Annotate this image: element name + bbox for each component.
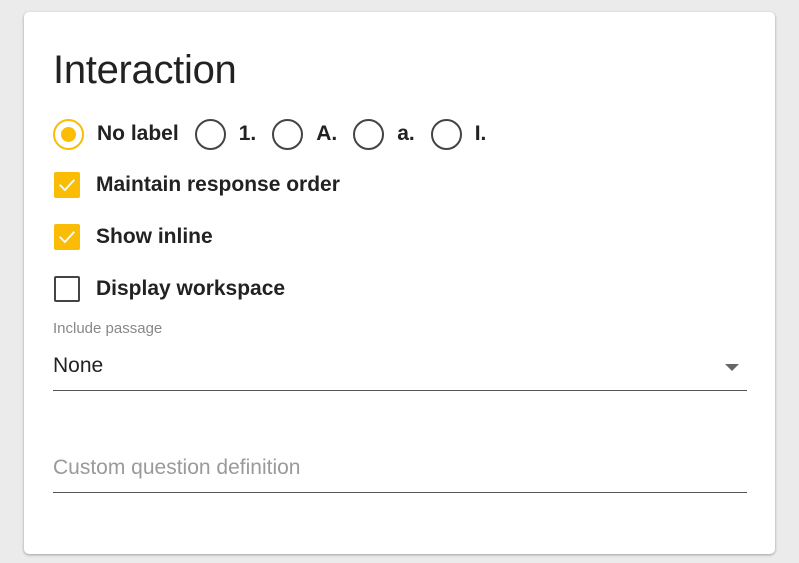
radio-option-no-label[interactable]: No label	[53, 118, 179, 150]
checkbox-show-inline[interactable]: Show inline	[54, 223, 213, 251]
include-passage-select[interactable]: Include passage None	[53, 318, 747, 391]
radio-label: a.	[397, 122, 415, 145]
radio-label: No label	[97, 122, 179, 145]
label-style-radio-group: No label 1. A. a. I.	[53, 116, 502, 152]
radio-dot-icon	[61, 126, 76, 142]
radio-unchecked-icon[interactable]	[353, 118, 385, 150]
checkbox-label: Show inline	[96, 225, 213, 248]
checkbox-maintain-response-order[interactable]: Maintain response order	[54, 171, 340, 199]
radio-unchecked-icon[interactable]	[430, 118, 462, 150]
radio-label: I.	[474, 122, 487, 145]
radio-option-numeric[interactable]: 1.	[194, 118, 257, 150]
checkmark-icon	[59, 231, 75, 244]
custom-question-input[interactable]	[53, 452, 747, 484]
radio-label: 1.	[238, 122, 257, 145]
panel-title: Interaction	[53, 48, 237, 92]
checkbox-label: Maintain response order	[96, 173, 340, 196]
checkbox-unchecked-icon[interactable]	[54, 276, 80, 302]
checkbox-display-workspace[interactable]: Display workspace	[54, 275, 285, 303]
checkmark-icon	[59, 179, 75, 192]
radio-unchecked-icon[interactable]	[194, 118, 226, 150]
checkbox-checked-icon[interactable]	[54, 224, 80, 250]
dropdown-arrow-icon[interactable]	[725, 364, 739, 371]
radio-checked-icon[interactable]	[53, 118, 84, 150]
include-passage-label: Include passage	[53, 320, 163, 337]
checkbox-label: Display workspace	[96, 277, 286, 300]
radio-label: A.	[316, 122, 338, 145]
checkbox-checked-icon[interactable]	[54, 172, 80, 198]
radio-option-lower-alpha[interactable]: a.	[353, 118, 415, 150]
include-passage-value[interactable]: None	[53, 354, 103, 378]
radio-option-roman[interactable]: I.	[430, 118, 487, 150]
radio-option-upper-alpha[interactable]: A.	[272, 118, 338, 150]
custom-question-field[interactable]	[53, 452, 747, 493]
interaction-panel: Interaction No label 1. A. a. I. Maintai…	[24, 12, 775, 554]
radio-unchecked-icon[interactable]	[272, 118, 304, 150]
